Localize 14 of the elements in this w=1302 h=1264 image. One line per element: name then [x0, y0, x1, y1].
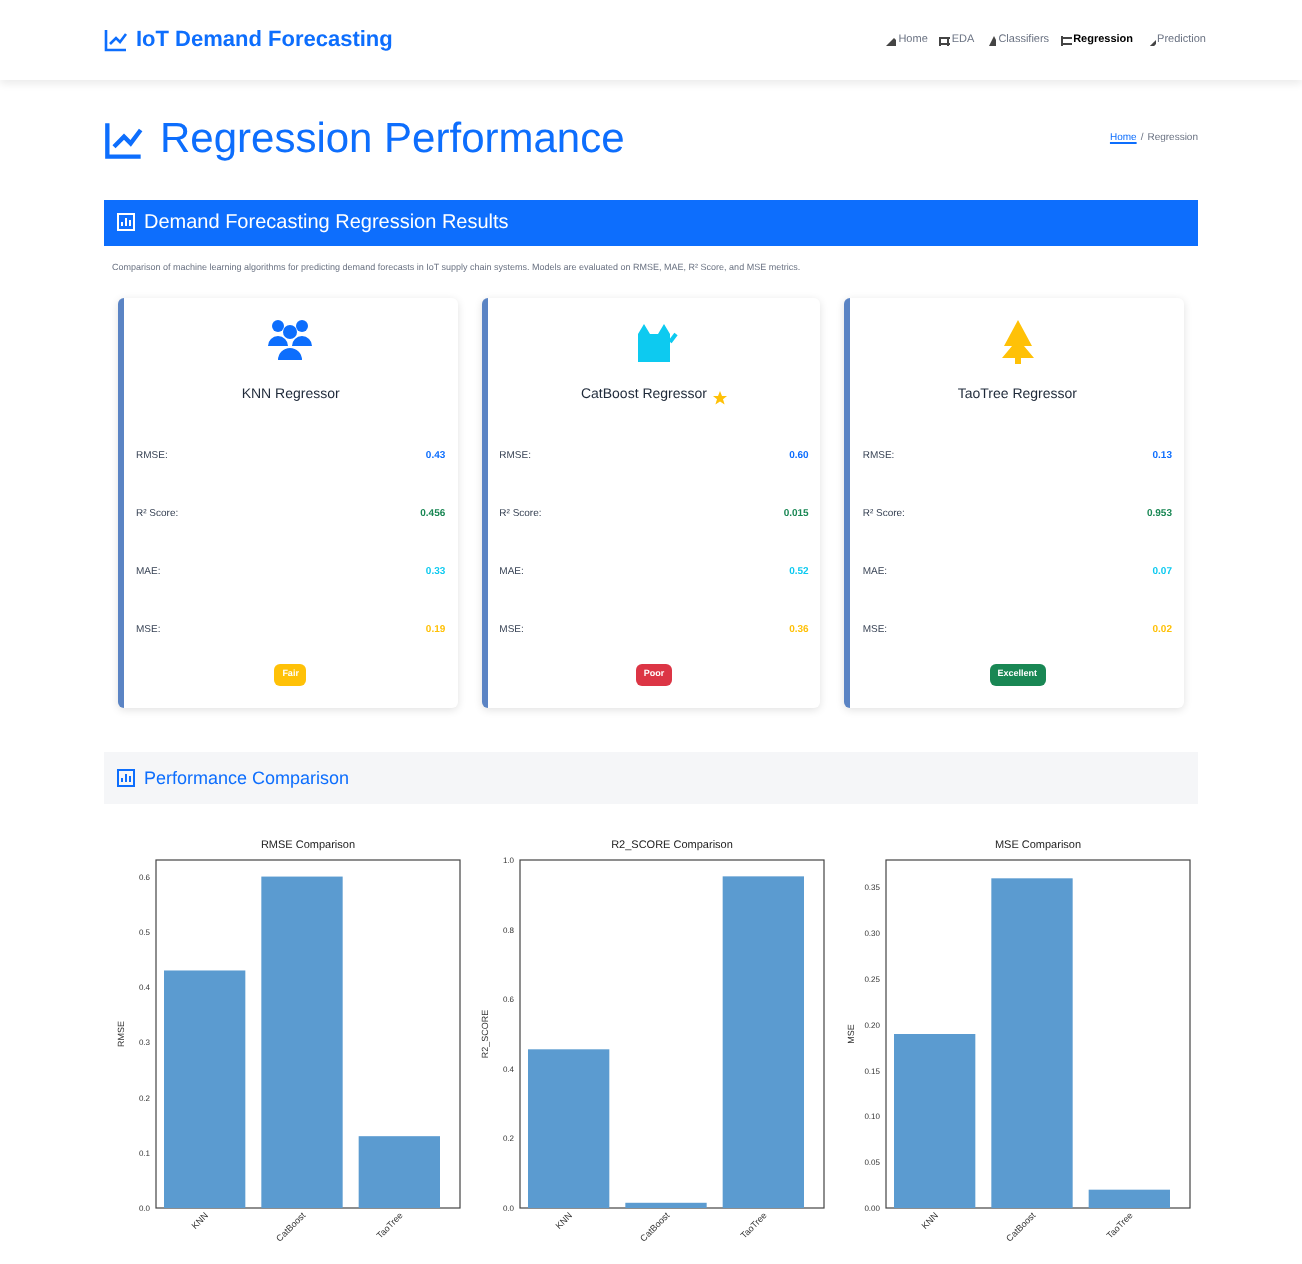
- chart-line-icon: [104, 28, 128, 52]
- bar: [626, 1203, 708, 1209]
- brand-link[interactable]: IoT Demand Forecasting: [104, 23, 393, 57]
- bar: [358, 1136, 440, 1209]
- chart-icon: [116, 212, 136, 232]
- chart-line-icon: [104, 119, 144, 160]
- chart-icon: [116, 768, 136, 789]
- bar: [1088, 1190, 1170, 1209]
- triangle-icon: [984, 34, 997, 46]
- list-icon: [1059, 34, 1072, 46]
- table-icon: [937, 34, 950, 46]
- panel-title: Demand Forecasting Regression Results: [144, 209, 509, 237]
- panel-title: Performance Comparison: [144, 765, 350, 792]
- page-title: Regression Performance: [104, 108, 625, 171]
